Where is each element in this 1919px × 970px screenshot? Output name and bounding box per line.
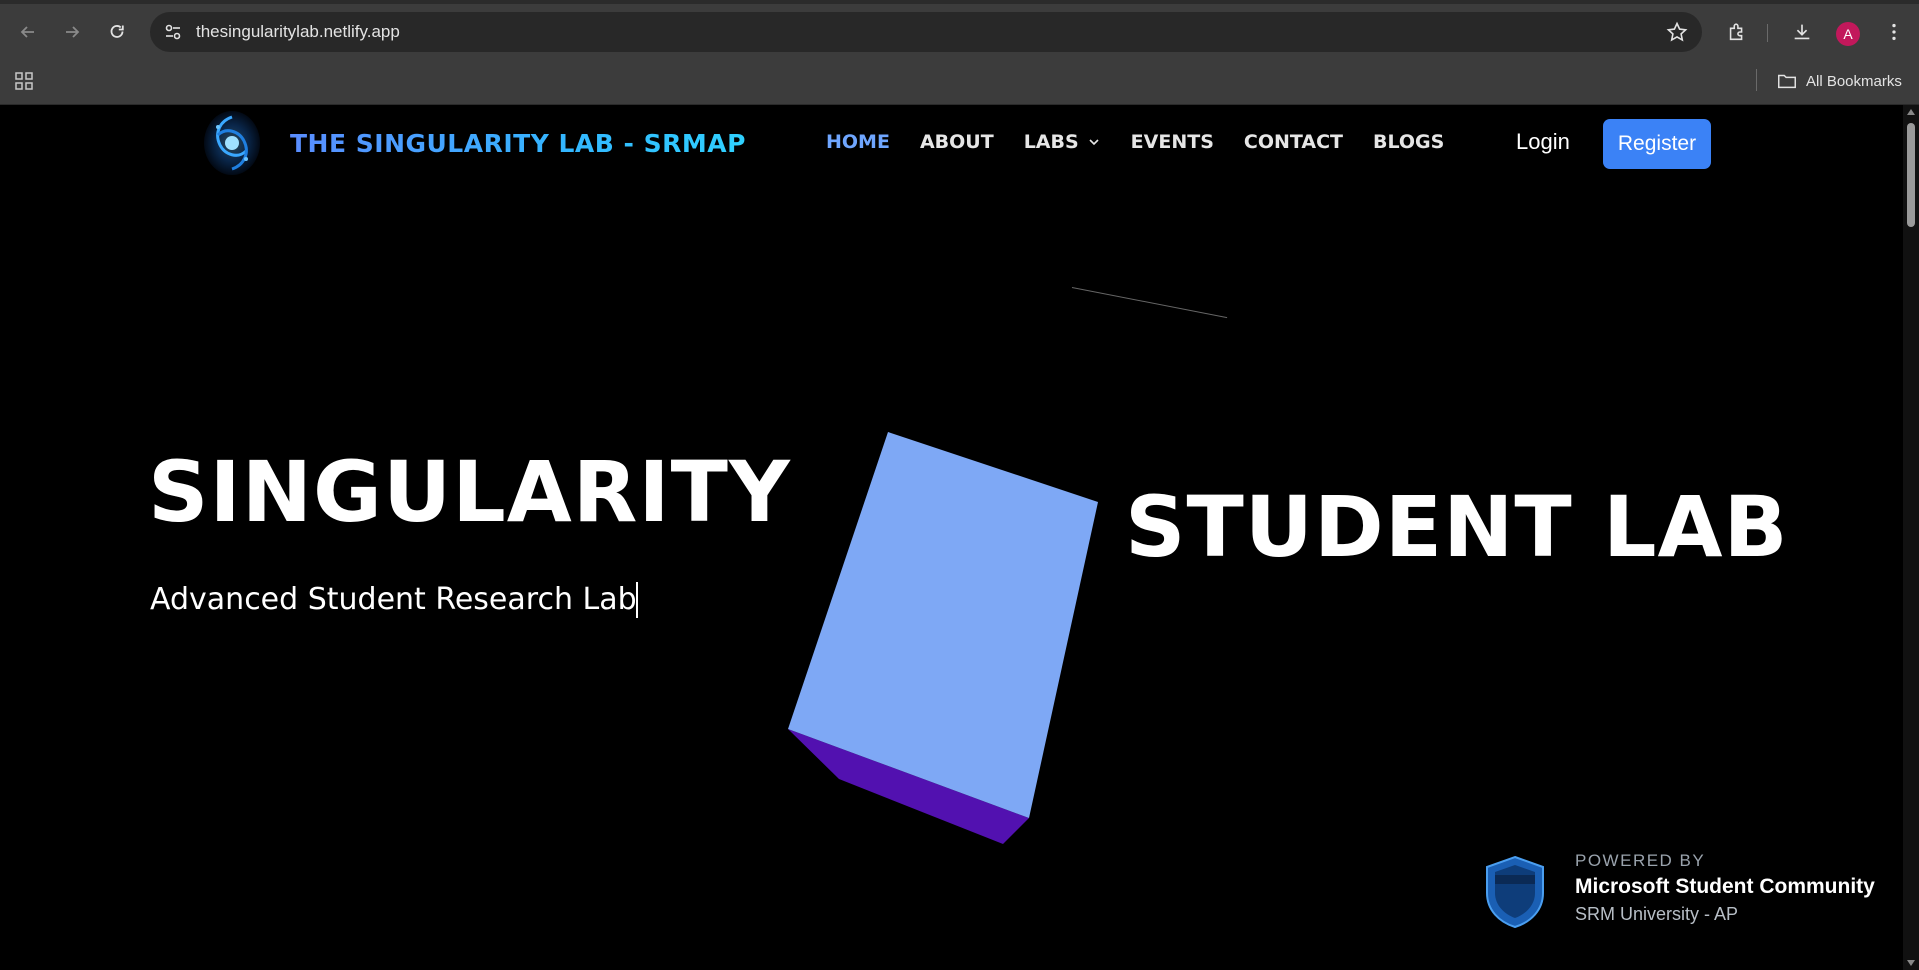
main-nav: HOME ABOUT LABS EVENTS CONTACT BLOGS <box>826 131 1474 153</box>
powered-by-sub: SRM University - AP <box>1575 904 1739 924</box>
forward-button[interactable] <box>58 18 86 46</box>
typing-caret <box>636 582 638 618</box>
extensions-button[interactable] <box>1725 20 1749 44</box>
forward-icon <box>66 26 80 38</box>
browser-toolbar: thesingularitylab.netlify.app A <box>0 4 1919 60</box>
chevron-down-icon <box>1089 139 1099 146</box>
reload-icon <box>110 25 124 38</box>
scroll-up-icon[interactable] <box>1907 109 1915 115</box>
all-bookmarks-label: All Bookmarks <box>1806 72 1902 90</box>
nav-contact[interactable]: CONTACT <box>1244 131 1343 153</box>
download-icon <box>1794 24 1810 40</box>
browser-menu-button[interactable] <box>1882 20 1906 44</box>
microsoft-student-community-badge-icon <box>1486 855 1544 929</box>
nav-about[interactable]: ABOUT <box>920 131 994 153</box>
url-text[interactable]: thesingularitylab.netlify.app <box>196 22 400 42</box>
address-bar[interactable]: thesingularitylab.netlify.app <box>150 12 1702 52</box>
site-info-icon[interactable] <box>162 21 184 43</box>
bookmarks-bar: All Bookmarks <box>0 60 1919 105</box>
nav-labs[interactable]: LABS <box>1024 131 1101 153</box>
lab-logo-icon[interactable] <box>202 107 262 177</box>
back-button[interactable] <box>14 18 42 46</box>
page-viewport: THE SINGULARITY LAB - SRMAP HOME ABOUT L… <box>0 105 1903 970</box>
brand-title[interactable]: THE SINGULARITY LAB - SRMAP <box>290 129 746 158</box>
scroll-down-icon[interactable] <box>1907 960 1915 966</box>
page-scrollbar[interactable] <box>1903 105 1919 970</box>
nav-blogs[interactable]: BLOGS <box>1373 131 1444 153</box>
toolbar-divider <box>1767 24 1768 42</box>
hero-title-left: SINGULARITY <box>148 443 791 541</box>
hero-tagline: Advanced Student Research Lab <box>150 582 637 617</box>
reload-button[interactable] <box>103 18 131 46</box>
all-bookmarks-button[interactable]: All Bookmarks <box>1776 68 1902 94</box>
back-icon <box>20 26 34 38</box>
bookmarks-divider <box>1756 69 1757 91</box>
scroll-thumb[interactable] <box>1907 123 1915 227</box>
nav-events[interactable]: EVENTS <box>1131 131 1214 153</box>
profile-avatar[interactable]: A <box>1836 22 1860 46</box>
powered-by-card[interactable]: POWERED BY Microsoft Student Community S… <box>1483 851 1903 965</box>
rotating-cube <box>788 432 1098 844</box>
nav-labs-label: LABS <box>1023 131 1079 153</box>
light-streak <box>1071 287 1228 319</box>
powered-by-name: Microsoft Student Community <box>1575 875 1875 898</box>
powered-by-label: POWERED BY <box>1575 851 1706 870</box>
extensions-icon <box>1729 23 1743 41</box>
nav-home[interactable]: HOME <box>826 131 890 153</box>
downloads-button[interactable] <box>1790 20 1814 44</box>
apps-icon[interactable] <box>12 69 36 93</box>
hero-title-right: STUDENT LAB <box>1125 478 1789 576</box>
login-link[interactable]: Login <box>1516 129 1570 155</box>
star-icon[interactable] <box>1666 21 1688 43</box>
register-button[interactable]: Register <box>1603 119 1711 169</box>
menu-icon <box>1892 23 1896 41</box>
folder-icon <box>1778 74 1796 89</box>
